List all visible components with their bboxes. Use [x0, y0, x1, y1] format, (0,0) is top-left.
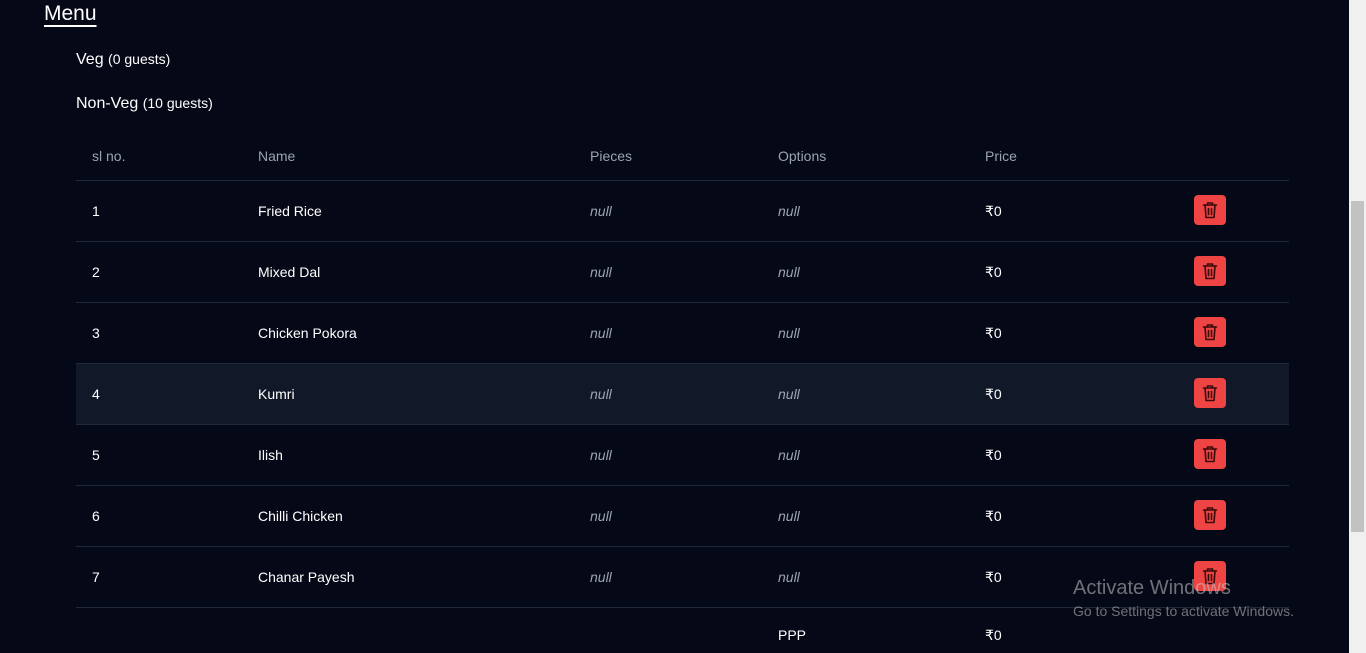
trash-icon: [1202, 568, 1218, 585]
table-row: 7 Chanar Payesh null null ₹0: [76, 547, 1289, 608]
row-options: null: [778, 569, 800, 585]
delete-button[interactable]: [1194, 378, 1226, 408]
table-footer-row: PPP ₹0: [76, 608, 1289, 653]
row-price: ₹0: [985, 264, 1002, 280]
delete-button[interactable]: [1194, 195, 1226, 225]
page: Menu Veg (0 guests) Non-Veg (10 guests) …: [0, 0, 1366, 653]
row-price: ₹0: [985, 386, 1002, 402]
menu-title: Menu: [44, 2, 97, 25]
delete-button[interactable]: [1194, 317, 1226, 347]
section-veg-count: (0 guests): [108, 51, 171, 67]
trash-icon: [1202, 507, 1218, 524]
table-row: 3 Chicken Pokora null null ₹0: [76, 303, 1289, 364]
delete-button[interactable]: [1194, 500, 1226, 530]
row-name: Kumri: [258, 386, 295, 402]
row-price: ₹0: [985, 325, 1002, 341]
delete-button[interactable]: [1194, 561, 1226, 591]
row-options: null: [778, 447, 800, 463]
header-pieces: Pieces: [590, 148, 633, 164]
trash-icon: [1202, 446, 1218, 463]
row-pieces: null: [590, 386, 612, 402]
row-price: ₹0: [985, 203, 1002, 219]
trash-icon: [1202, 324, 1218, 341]
table-row: 5 Ilish null null ₹0: [76, 425, 1289, 486]
footer-label: PPP: [778, 627, 807, 643]
delete-button[interactable]: [1194, 439, 1226, 469]
section-veg: Veg (0 guests): [76, 51, 170, 69]
row-name: Ilish: [258, 447, 283, 463]
table-row: 6 Chilli Chicken null null ₹0: [76, 486, 1289, 547]
row-name: Chanar Payesh: [258, 569, 355, 585]
table-header: sl no. Name Pieces Options Price: [76, 130, 1289, 181]
section-nonveg: Non-Veg (10 guests): [76, 95, 213, 113]
trash-icon: [1202, 263, 1218, 280]
header-name: Name: [258, 148, 296, 164]
row-options: null: [778, 508, 800, 524]
trash-icon: [1202, 202, 1218, 219]
row-options: null: [778, 264, 800, 280]
table-row: 2 Mixed Dal null null ₹0: [76, 242, 1289, 303]
row-sl: 7: [92, 569, 100, 585]
table-row: 1 Fried Rice null null ₹0: [76, 181, 1289, 242]
header-options: Options: [778, 148, 827, 164]
row-price: ₹0: [985, 508, 1002, 524]
row-name: Chicken Pokora: [258, 325, 357, 341]
row-pieces: null: [590, 325, 612, 341]
row-sl: 3: [92, 325, 100, 341]
row-sl: 1: [92, 203, 100, 219]
row-pieces: null: [590, 203, 612, 219]
section-nonveg-label: Non-Veg: [76, 95, 139, 112]
row-options: null: [778, 325, 800, 341]
row-options: null: [778, 386, 800, 402]
footer-price: ₹0: [985, 627, 1002, 643]
row-pieces: null: [590, 447, 612, 463]
row-options: null: [778, 203, 800, 219]
section-nonveg-count: (10 guests): [142, 95, 213, 111]
table-row: 4 Kumri null null ₹0: [76, 364, 1289, 425]
row-price: ₹0: [985, 447, 1002, 463]
scrollbar-thumb[interactable]: [1351, 201, 1364, 532]
row-sl: 2: [92, 264, 100, 280]
row-name: Mixed Dal: [258, 264, 321, 280]
vertical-scrollbar[interactable]: [1349, 0, 1366, 653]
row-sl: 6: [92, 508, 100, 524]
delete-button[interactable]: [1194, 256, 1226, 286]
row-name: Fried Rice: [258, 203, 322, 219]
header-price: Price: [985, 148, 1017, 164]
header-sl: sl no.: [92, 148, 126, 164]
row-pieces: null: [590, 264, 612, 280]
row-pieces: null: [590, 569, 612, 585]
row-sl: 5: [92, 447, 100, 463]
trash-icon: [1202, 385, 1218, 402]
row-pieces: null: [590, 508, 612, 524]
row-price: ₹0: [985, 569, 1002, 585]
menu-table: sl no. Name Pieces Options Price 1 Fried…: [76, 130, 1289, 653]
row-sl: 4: [92, 386, 100, 402]
row-name: Chilli Chicken: [258, 508, 343, 524]
section-veg-label: Veg: [76, 51, 104, 68]
